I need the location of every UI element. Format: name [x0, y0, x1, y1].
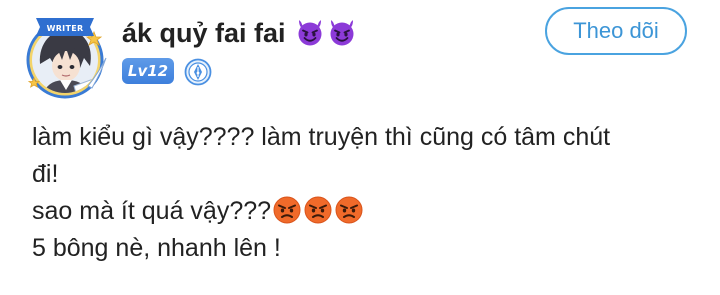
- comment-line-text: sao mà ít quá vậy???: [32, 197, 272, 225]
- username[interactable]: ák quỷ fai fai: [122, 14, 357, 52]
- username-text: ák quỷ fai fai: [122, 18, 286, 48]
- angry-face-emoji: [273, 196, 301, 224]
- smiling-devil-emoji: [330, 20, 354, 46]
- pen-badge-icon: [184, 58, 212, 86]
- angry-face-emoji: [304, 196, 332, 224]
- angry-face-emoji: [335, 196, 363, 224]
- comment-line: làm kiểu gì vậy???? làm truyện thì cũng …: [32, 123, 611, 151]
- level-badge: Lv12: [122, 58, 174, 84]
- smiling-devil-emoji: [298, 20, 322, 46]
- avatar-image: WRITER: [26, 18, 107, 99]
- comment-line-with-emojis: sao mà ít quá vậy???: [32, 193, 692, 230]
- comment-text: làm kiểu gì vậy???? làm truyện thì cũng …: [32, 119, 692, 267]
- comment-line: đi!: [32, 160, 59, 188]
- comment-line: 5 bông nè, nhanh lên !: [32, 234, 281, 262]
- avatar[interactable]: WRITER: [22, 14, 108, 100]
- comment-card: WRITER ák quỷ fai fai Lv12 Theo dõi làm …: [0, 0, 720, 295]
- follow-button[interactable]: Theo dõi: [545, 7, 687, 55]
- avatar-badge-label: WRITER: [47, 24, 84, 33]
